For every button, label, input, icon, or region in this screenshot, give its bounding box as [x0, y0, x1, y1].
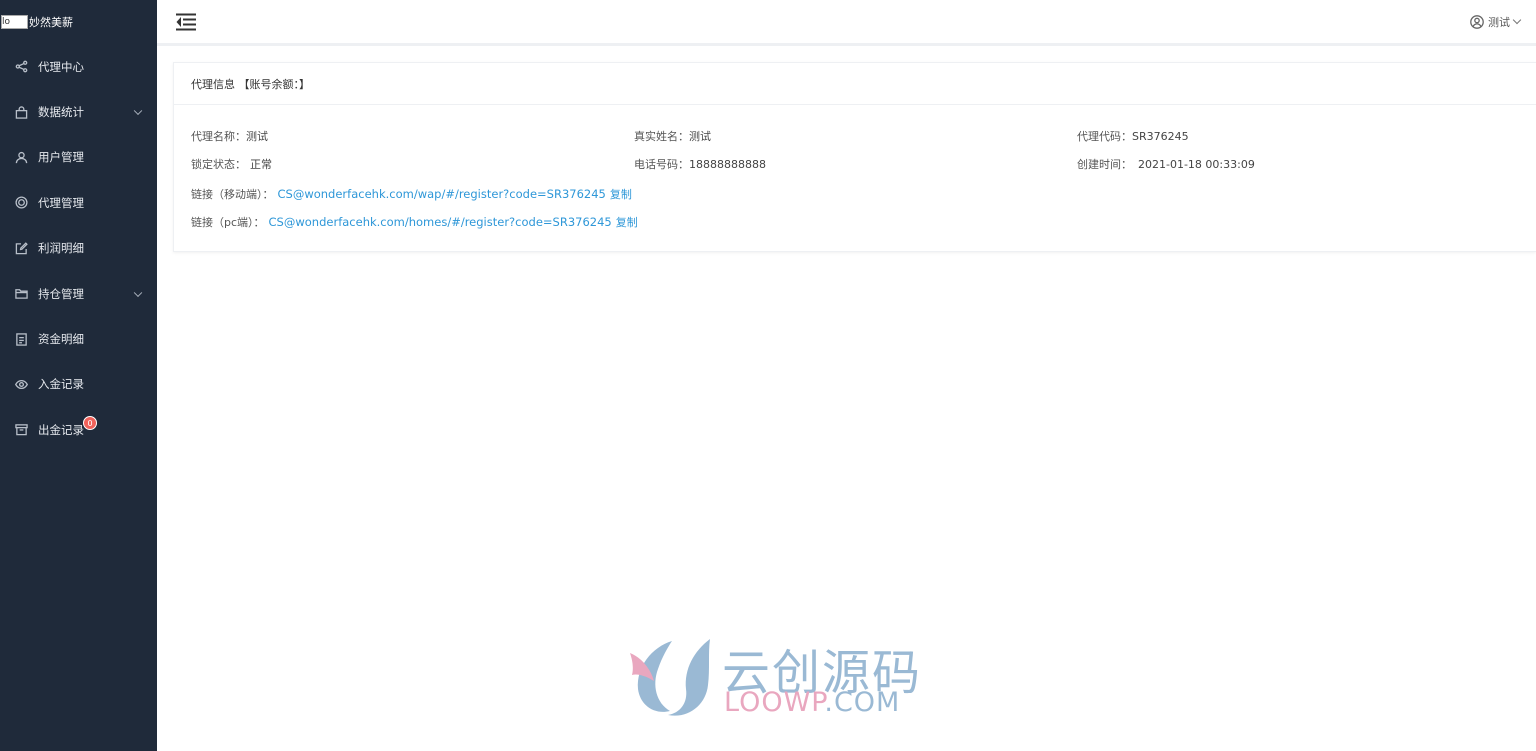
- mobile-link-label: 链接（移动端）：: [191, 188, 274, 201]
- lock-status-value: 正常: [250, 158, 272, 171]
- pc-register-link[interactable]: CS@wonderfacehk.com/homes/#/register?cod…: [269, 215, 612, 229]
- eye-icon: [14, 377, 28, 391]
- card-title: 代理信息 【账号余额：】: [174, 63, 1536, 105]
- user-name: 测试: [1488, 16, 1510, 29]
- pc-link-field: 链接（pc端）： CS@wonderfacehk.com/homes/#/reg…: [191, 214, 638, 230]
- sidebar-item-label: 代理中心: [38, 59, 84, 74]
- created-time-label: 创建时间：: [1077, 158, 1132, 171]
- created-time-field: 创建时间： 2021-01-18 00:33:09: [1077, 156, 1255, 172]
- target-icon: [14, 196, 28, 210]
- sidebar-item-fund-details[interactable]: 资金明细: [0, 316, 157, 361]
- sidebar-item-label: 入金记录: [38, 377, 84, 392]
- watermark-en-text: LOOWP.COM: [724, 687, 900, 718]
- document-icon: [14, 332, 28, 346]
- chevron-down-icon: [133, 106, 143, 116]
- agent-name-field: 代理名称： 测试: [191, 128, 268, 144]
- sidebar-item-agent-center[interactable]: 代理中心: [0, 44, 157, 89]
- share-icon: [14, 60, 28, 74]
- agent-name-value: 测试: [246, 130, 268, 143]
- top-header: 测试: [157, 0, 1536, 46]
- chevron-down-icon: [133, 288, 143, 297]
- brand-name: 妙然美薪: [29, 16, 73, 29]
- notification-badge: 0: [83, 416, 97, 431]
- real-name-value: 测试: [689, 130, 711, 143]
- logo-image: lo: [1, 15, 28, 29]
- user-icon: [14, 150, 28, 164]
- user-circle-icon: [1470, 15, 1484, 29]
- mobile-link-field: 链接（移动端）： CS@wonderfacehk.com/wap/#/regis…: [191, 186, 632, 202]
- sidebar-item-label: 持仓管理: [38, 286, 84, 301]
- sidebar-item-label: 用户管理: [38, 150, 84, 165]
- sidebar-item-label: 数据统计: [38, 105, 84, 120]
- agent-info-card: 代理信息 【账号余额：】 代理名称： 测试 真实姓名： 测试 代理代码： SR3…: [173, 62, 1536, 252]
- lock-status-label: 锁定状态：: [191, 158, 246, 171]
- phone-field: 电话号码： 18888888888: [634, 156, 766, 172]
- sidebar-item-label: 代理管理: [38, 195, 84, 210]
- edit-icon: [14, 241, 28, 255]
- phone-value: 18888888888: [689, 157, 766, 171]
- sidebar-item-label: 出金记录: [38, 422, 84, 437]
- real-name-field: 真实姓名： 测试: [634, 128, 711, 144]
- copy-pc-link-button[interactable]: 复制: [616, 214, 638, 230]
- pc-link-label: 链接（pc端）：: [191, 216, 265, 229]
- archive-icon: [14, 423, 28, 437]
- sidebar-item-deposit-records[interactable]: 入金记录: [0, 362, 157, 407]
- watermark-en-part1: LOOWP: [724, 687, 825, 718]
- sidebar-item-user-management[interactable]: 用户管理: [0, 135, 157, 180]
- menu-toggle-icon[interactable]: [175, 12, 197, 32]
- sidebar: lo 妙然美薪 代理中心 数据统计 用户管理 代理管理 利润明细 持仓管理 资金…: [0, 0, 157, 751]
- sidebar-item-label: 资金明细: [38, 332, 84, 347]
- chevron-down-icon: [1512, 15, 1522, 25]
- watermark-en-part2: .COM: [824, 687, 901, 718]
- agent-code-label: 代理代码：: [1077, 130, 1132, 143]
- created-time-value: 2021-01-18 00:33:09: [1138, 157, 1255, 171]
- sidebar-item-withdrawal-records[interactable]: 出金记录 0: [0, 407, 157, 452]
- phone-label: 电话号码：: [634, 158, 689, 171]
- agent-code-field: 代理代码： SR376245: [1077, 128, 1189, 144]
- real-name-label: 真实姓名：: [634, 130, 689, 143]
- lock-status-field: 锁定状态： 正常: [191, 156, 272, 172]
- agent-name-label: 代理名称：: [191, 130, 246, 143]
- sidebar-item-data-stats[interactable]: 数据统计: [0, 89, 157, 134]
- brand-logo[interactable]: lo 妙然美薪: [0, 0, 157, 44]
- sidebar-item-profit-details[interactable]: 利润明细: [0, 226, 157, 271]
- sidebar-item-agent-management[interactable]: 代理管理: [0, 180, 157, 225]
- sidebar-item-position-management[interactable]: 持仓管理: [0, 271, 157, 316]
- bag-icon: [14, 105, 28, 119]
- mobile-register-link[interactable]: CS@wonderfacehk.com/wap/#/register?code=…: [278, 187, 606, 201]
- watermark-logo-icon: [630, 639, 710, 716]
- agent-code-value: SR376245: [1132, 129, 1189, 143]
- user-menu[interactable]: 测试: [1470, 14, 1522, 30]
- copy-mobile-link-button[interactable]: 复制: [610, 186, 632, 202]
- sidebar-item-label: 利润明细: [38, 241, 84, 256]
- folder-icon: [14, 287, 28, 301]
- watermark: 云创源码 LOOWP.COM: [622, 633, 922, 723]
